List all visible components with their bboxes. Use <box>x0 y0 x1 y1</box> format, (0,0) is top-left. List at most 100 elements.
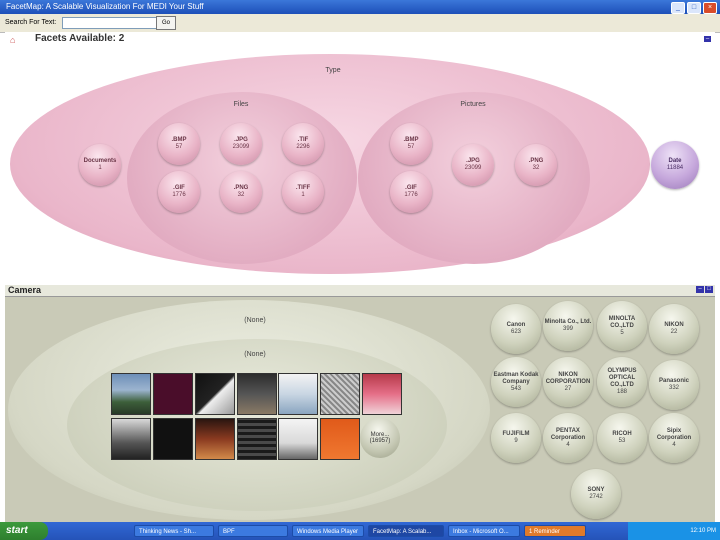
photo-thumbnail[interactable] <box>153 373 193 415</box>
photo-thumbnail[interactable] <box>320 418 360 460</box>
facet-count: 5 <box>620 329 624 336</box>
search-input[interactable] <box>62 17 158 29</box>
facet-bubble-file-gif[interactable]: .GIF 1776 <box>158 171 200 213</box>
facet-count: 57 <box>407 144 415 150</box>
maximize-icon[interactable]: □ <box>687 2 701 14</box>
photo-thumbnail[interactable] <box>237 373 277 415</box>
pictures-label: Pictures <box>460 101 486 108</box>
facet-count: 1 <box>301 192 305 198</box>
facet-count: 188 <box>616 389 627 395</box>
facet-count: 543 <box>510 385 521 392</box>
facets-title: Facets Available: 2 <box>35 33 125 44</box>
facet-bubble-file-jpg[interactable]: .JPG 23099 <box>220 123 262 165</box>
photo-thumbnail[interactable] <box>278 418 318 460</box>
facet-count: 32 <box>532 165 540 171</box>
facet-name: MINOLTA CO.,LTD <box>608 315 636 329</box>
facet-name: PENTAX Corporation <box>550 427 586 441</box>
facet-count: 22 <box>670 329 678 335</box>
photo-thumbnail[interactable] <box>111 418 151 460</box>
start-button[interactable]: start <box>0 522 48 540</box>
camera-bubble-kodak[interactable]: Eastman Kodak Company 543 <box>491 357 541 407</box>
taskbar-item[interactable]: Inbox - Microsoft O... <box>448 525 520 537</box>
facet-name: Sipix Corporation <box>656 427 692 441</box>
minimize-icon[interactable]: – <box>696 286 704 293</box>
camera-bubble-pentax[interactable]: PENTAX Corporation 4 <box>543 413 593 463</box>
camera-bubble-ricoh[interactable]: RICOH 53 <box>597 413 647 463</box>
taskbar-item[interactable]: Thinking News - Sh... <box>134 525 214 537</box>
camera-bubble-minolta[interactable]: Minolta Co., Ltd. 399 <box>543 301 593 351</box>
facet-count: 1 <box>98 165 102 171</box>
go-button[interactable]: Go <box>156 16 176 30</box>
photo-thumbnail[interactable] <box>278 373 318 415</box>
facet-name: NIKON <box>664 322 684 328</box>
facet-bubble-picture-jpg[interactable]: .JPG 23099 <box>452 144 494 186</box>
clock[interactable]: 12:10 PM <box>690 528 716 534</box>
facet-count: 27 <box>564 385 572 392</box>
facet-count: 57 <box>175 144 183 150</box>
taskbar: start Thinking News - Sh... BPF Windows … <box>0 522 720 540</box>
camera-bubble-nikon[interactable]: NIKON 22 <box>649 304 699 354</box>
facet-name: Panasonic <box>658 378 689 384</box>
taskbar-item[interactable]: 1 Reminder <box>524 525 586 537</box>
photo-thumbnail[interactable] <box>111 373 151 415</box>
camera-bubble-fujifilm[interactable]: FUJIFILM 9 <box>491 413 541 463</box>
facet-name: .TIFF <box>295 185 311 191</box>
photo-thumbnail[interactable] <box>320 373 360 415</box>
photo-thumbnail[interactable] <box>195 418 235 460</box>
facet-name: .PNG <box>528 158 544 164</box>
facet-count: 399 <box>562 326 573 332</box>
facet-name: .GIF <box>405 185 417 191</box>
home-icon[interactable]: ⌂ <box>10 35 15 45</box>
facet-name: .JPG <box>466 158 480 164</box>
photo-thumbnail[interactable] <box>237 418 277 460</box>
window-title-bar[interactable]: FacetMap: A Scalable Visualization For M… <box>0 0 720 14</box>
camera-bubble-minolta-caps[interactable]: MINOLTA CO.,LTD 5 <box>597 301 647 351</box>
collapse-icon[interactable]: – <box>704 36 711 42</box>
facet-count: 23099 <box>464 165 482 171</box>
facet-count: 4 <box>566 441 570 448</box>
facet-bubble-picture-png[interactable]: .PNG 32 <box>515 144 557 186</box>
facet-name: SONY <box>587 487 605 493</box>
facet-name: Eastman Kodak Company <box>493 371 539 385</box>
facet-count: 11884 <box>666 165 684 171</box>
camera-outer-label: (None) <box>244 317 266 324</box>
facet-bubble-documents[interactable]: Documents 1 <box>79 144 121 186</box>
facet-name: FUJIFILM <box>502 431 530 437</box>
facet-bubble-picture-gif[interactable]: .GIF 1776 <box>390 171 432 213</box>
type-label: Type <box>325 67 341 74</box>
camera-bubble-sony[interactable]: SONY 2742 <box>571 469 621 519</box>
taskbar-item[interactable]: Windows Media Player <box>292 525 364 537</box>
facet-count: 1776 <box>404 192 418 198</box>
close-icon[interactable]: × <box>703 2 717 14</box>
camera-bubble-olympus[interactable]: OLYMPUS OPTICAL CO.,LTD 188 <box>597 357 647 407</box>
facet-bubble-file-bmp[interactable]: .BMP 57 <box>158 123 200 165</box>
facet-bubble-file-tiff[interactable]: .TIFF 1 <box>282 171 324 213</box>
camera-bubble-canon[interactable]: Canon 623 <box>491 304 541 354</box>
facet-name: Canon <box>506 322 526 328</box>
camera-bubble-nikon-corp[interactable]: NIKON CORPORATION 27 <box>543 357 593 407</box>
facet-bubble-file-tif[interactable]: .TIF 2296 <box>282 123 324 165</box>
photo-thumbnail[interactable] <box>362 373 402 415</box>
files-label: Files <box>233 101 249 108</box>
facet-count: 623 <box>510 329 521 335</box>
facet-count: 2296 <box>296 144 310 150</box>
facets-header: ⌂ Facets Available: 2 – <box>5 32 715 48</box>
maximize-icon[interactable]: □ <box>705 286 713 293</box>
facet-bubble-picture-bmp[interactable]: .BMP 57 <box>390 123 432 165</box>
camera-bubble-sipix[interactable]: Sipix Corporation 4 <box>649 413 699 463</box>
more-photos-button[interactable]: More... (16957) <box>360 418 400 458</box>
facet-count: 32 <box>237 192 245 198</box>
minimize-icon[interactable]: _ <box>671 2 685 14</box>
facet-name: .BMP <box>171 137 187 143</box>
camera-bubble-panasonic[interactable]: Panasonic 332 <box>649 360 699 410</box>
facet-bubble-date[interactable]: Date 11884 <box>651 141 699 189</box>
more-count: (16957) <box>369 438 391 444</box>
facet-count: 332 <box>668 385 679 391</box>
photo-thumbnail[interactable] <box>195 373 235 415</box>
facets-panel: ⌂ Facets Available: 2 – Type Files Pictu… <box>5 32 715 282</box>
facet-bubble-file-png[interactable]: .PNG 32 <box>220 171 262 213</box>
taskbar-item[interactable]: FacetMap: A Scalab... <box>368 525 444 537</box>
photo-thumbnail[interactable] <box>153 418 193 460</box>
facet-name: Date <box>668 158 682 164</box>
taskbar-item[interactable]: BPF <box>218 525 288 537</box>
